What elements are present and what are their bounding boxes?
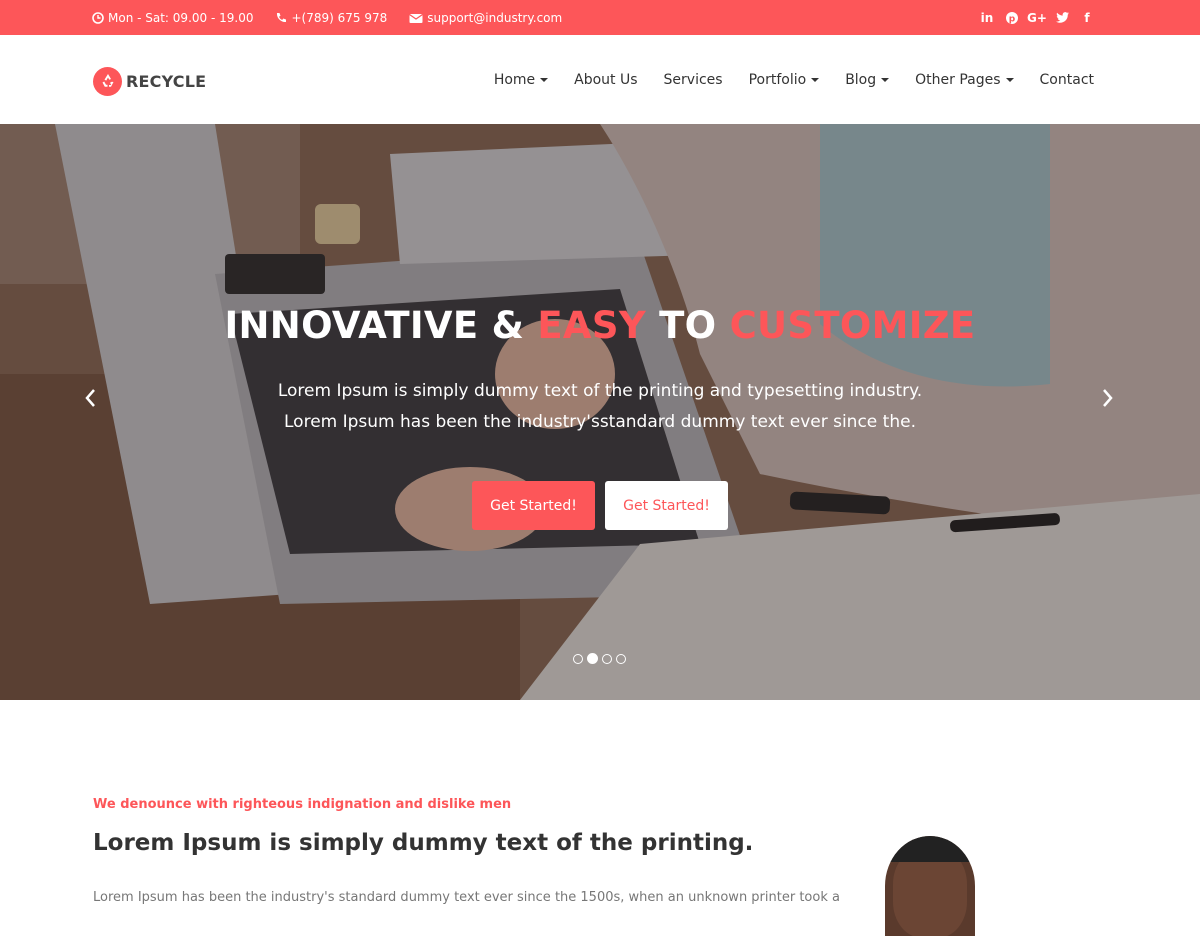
nav-label: Portfolio [748,71,807,88]
nav-label: Other Pages [915,71,1001,88]
hero-title-part1: INNOVATIVE & [224,304,538,347]
get-started-secondary-button[interactable]: Get Started! [605,481,728,530]
hero-subtitle: Lorem Ipsum is simply dummy text of the … [0,376,1200,438]
site-logo[interactable]: RECYCLE [93,65,206,97]
logo-text: RECYCLE [126,71,207,91]
hero-buttons: Get Started! Get Started! [472,481,728,530]
pinterest-icon[interactable]: p [1005,11,1019,25]
nav-label: Blog [845,71,877,88]
nav-item-services[interactable]: Services [664,72,723,88]
nav-item-about-us[interactable]: About Us [574,72,637,88]
email-text[interactable]: support@industry.com [427,11,562,25]
about-text: Lorem Ipsum has been the industry's stan… [93,890,840,905]
hero-title: INNOVATIVE & EASY TO CUSTOMIZE [0,304,1200,347]
nav-label: Services [663,71,723,88]
slider-dot[interactable] [573,653,583,664]
caret-down-icon [540,77,549,82]
nav-item-other-pages[interactable]: Other Pages [915,71,1014,88]
phone-info[interactable]: +(789) 675 978 [275,11,387,25]
top-bar: Mon - Sat: 09.00 - 19.00 +(789) 675 978 … [0,0,1200,35]
google-plus-icon[interactable]: G+ [1027,11,1047,25]
nav-label: About Us [574,71,638,88]
facebook-icon[interactable]: f [1080,11,1094,25]
nav-item-portfolio[interactable]: Portfolio [749,72,820,88]
caret-down-icon [811,77,820,82]
email-info[interactable]: support@industry.com [409,11,562,25]
nav-item-home[interactable]: Home [493,71,549,88]
phone-icon [277,12,287,22]
slider-dot[interactable] [616,653,626,664]
about-kicker: We denounce with righteous indignation a… [93,797,512,812]
caret-down-icon [1005,77,1014,82]
hero-subtitle-line1: Lorem Ipsum is simply dummy text of the … [277,381,923,401]
hero-title-accent2: CUSTOMIZE [729,304,976,347]
person-hair [889,836,971,862]
get-started-primary-button[interactable]: Get Started! [472,481,595,530]
recycle-icon [93,66,122,96]
hero-subtitle-line2: Lorem Ipsum has been the industry'sstand… [284,412,916,432]
caret-down-icon [881,77,890,82]
slider-dots [573,653,626,664]
hero-title-accent1: EASY [537,304,646,347]
clock-icon [92,11,104,24]
hero-title-part2: TO [645,304,730,347]
hours-text: Mon - Sat: 09.00 - 19.00 [108,10,254,25]
twitter-icon[interactable] [1055,11,1069,25]
social-links: in p G+ f [980,0,1094,35]
phone-text[interactable]: +(789) 675 978 [291,11,387,25]
svg-text:p: p [1009,14,1016,24]
linkedin-icon[interactable]: in [980,11,994,25]
slider-dot[interactable] [602,653,612,664]
hours-info: Mon - Sat: 09.00 - 19.00 [92,11,253,25]
main-nav: Home About Us Services Portfolio Blog Ot… [494,35,1094,124]
site-header: RECYCLE Home About Us Services Portfolio… [0,35,1200,124]
hero-slider: INNOVATIVE & EASY TO CUSTOMIZE Lorem Ips… [0,124,1200,700]
nav-item-contact[interactable]: Contact [1040,72,1094,88]
about-title: Lorem Ipsum is simply dummy text of the … [93,830,754,856]
envelope-icon [409,13,424,23]
nav-label: Home [493,71,536,88]
contact-info: Mon - Sat: 09.00 - 19.00 +(789) 675 978 … [92,0,562,35]
person-photo [885,836,975,936]
nav-label: Contact [1039,71,1094,88]
nav-item-blog[interactable]: Blog [845,71,890,88]
slider-dot-active[interactable] [587,653,598,664]
